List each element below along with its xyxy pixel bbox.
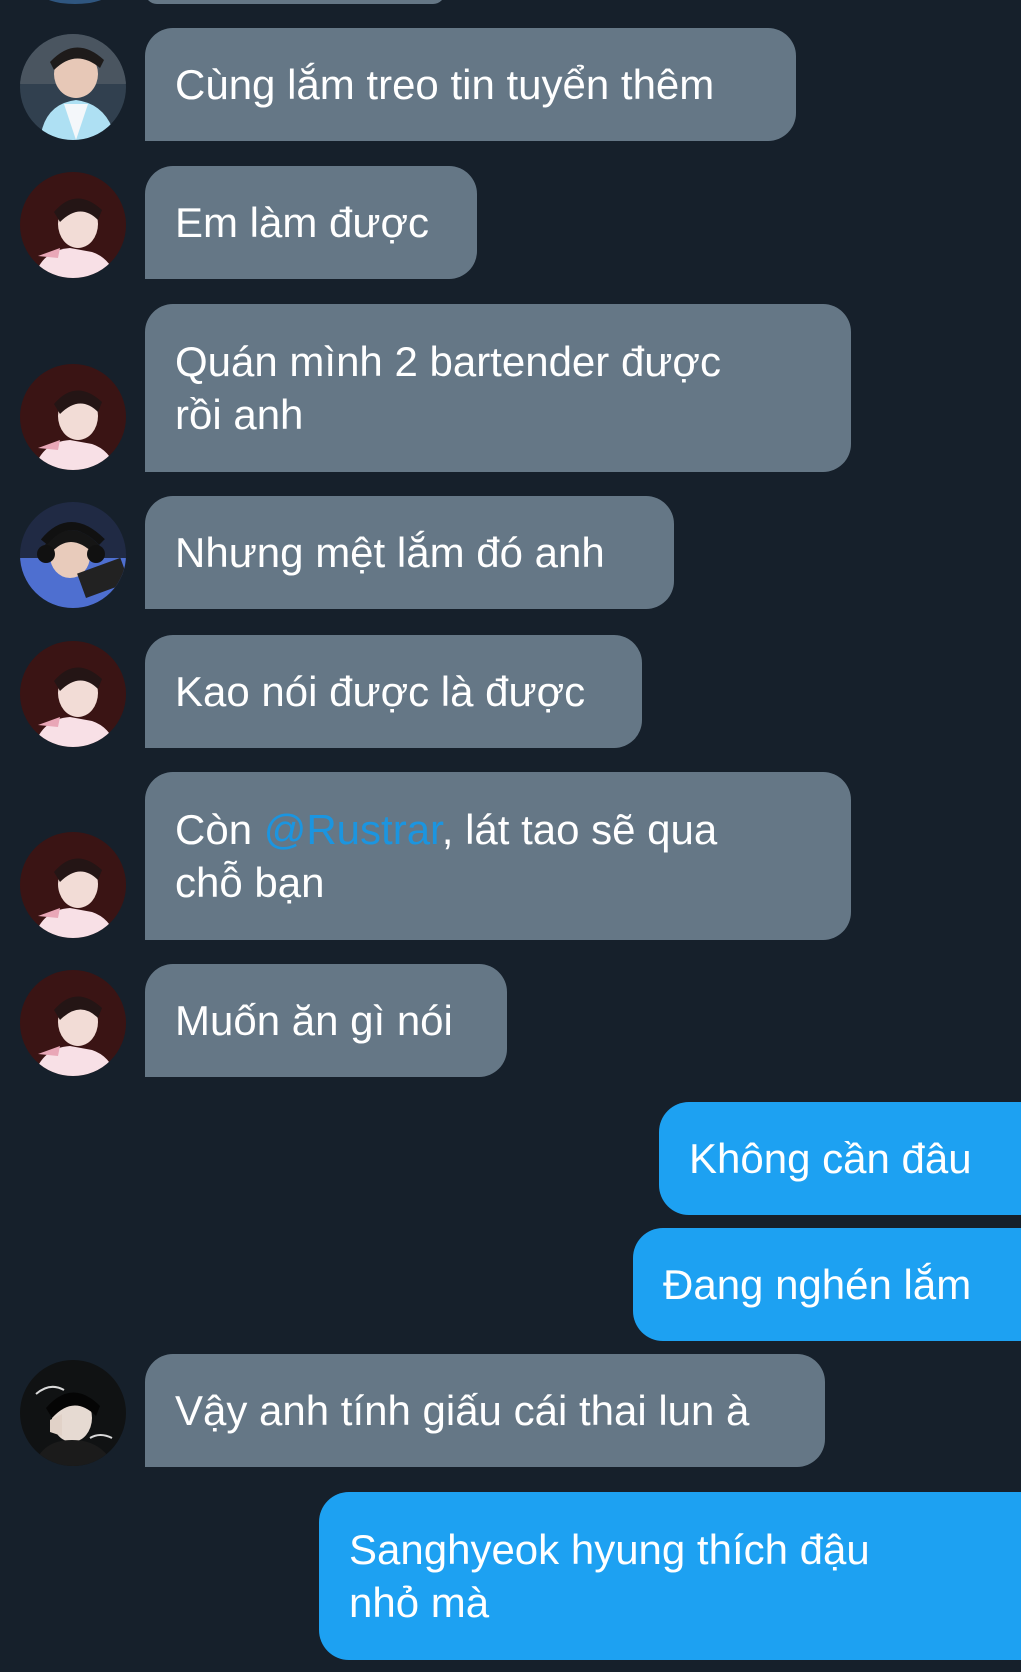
message-text: Em làm được <box>175 199 430 246</box>
message-bubble[interactable]: Quán mình 2 bartender được rồi anh <box>145 304 851 472</box>
message-bubble-partial <box>145 0 445 4</box>
mention-link[interactable]: @Rustrar <box>264 806 442 853</box>
message-bubble[interactable]: Còn @Rustrar, lát tao sẽ qua chỗ bạn <box>145 772 851 940</box>
avatar[interactable] <box>20 832 126 938</box>
avatar[interactable] <box>20 641 126 747</box>
message-bubble[interactable]: Vậy anh tính giấu cái thai lun à <box>145 1354 825 1467</box>
message-bubble[interactable]: Đang nghén lắm <box>633 1228 1021 1341</box>
message-text: Vậy anh tính giấu cái thai lun à <box>175 1387 750 1434</box>
message-text: Còn @Rustrar, lát tao sẽ qua chỗ bạn <box>175 803 717 909</box>
message-text: Kao nói được là được <box>175 668 586 715</box>
message-text: Nhưng mệt lắm đó anh <box>175 529 605 576</box>
avatar[interactable] <box>40 0 110 4</box>
avatar[interactable] <box>20 1360 126 1466</box>
avatar[interactable] <box>20 502 126 608</box>
message-text: Đang nghén lắm <box>663 1261 972 1308</box>
message-bubble[interactable]: Sanghyeok hyung thích đậu nhỏ mà <box>319 1492 1021 1660</box>
avatar[interactable] <box>20 34 126 140</box>
message-text-prefix: Còn <box>175 806 264 853</box>
message-bubble[interactable]: Nhưng mệt lắm đó anh <box>145 496 674 609</box>
message-text: Muốn ăn gì nói <box>175 997 453 1044</box>
avatar[interactable] <box>20 364 126 470</box>
avatar[interactable] <box>20 172 126 278</box>
message-text: Cùng lắm treo tin tuyển thêm <box>175 61 715 108</box>
message-bubble[interactable]: Muốn ăn gì nói <box>145 964 507 1077</box>
message-text: Quán mình 2 bartender được rồi anh <box>175 338 721 438</box>
message-bubble[interactable]: Em làm được <box>145 166 477 279</box>
message-text: Không cần đâu <box>689 1135 972 1182</box>
chat-thread: Cùng lắm treo tin tuyển thêm Em làm được <box>0 0 1021 1672</box>
message-bubble[interactable]: Cùng lắm treo tin tuyển thêm <box>145 28 796 141</box>
message-bubble[interactable]: Không cần đâu <box>659 1102 1021 1215</box>
message-text: Sanghyeok hyung thích đậu nhỏ mà <box>349 1526 870 1626</box>
message-bubble[interactable]: Kao nói được là được <box>145 635 642 748</box>
avatar[interactable] <box>20 970 126 1076</box>
